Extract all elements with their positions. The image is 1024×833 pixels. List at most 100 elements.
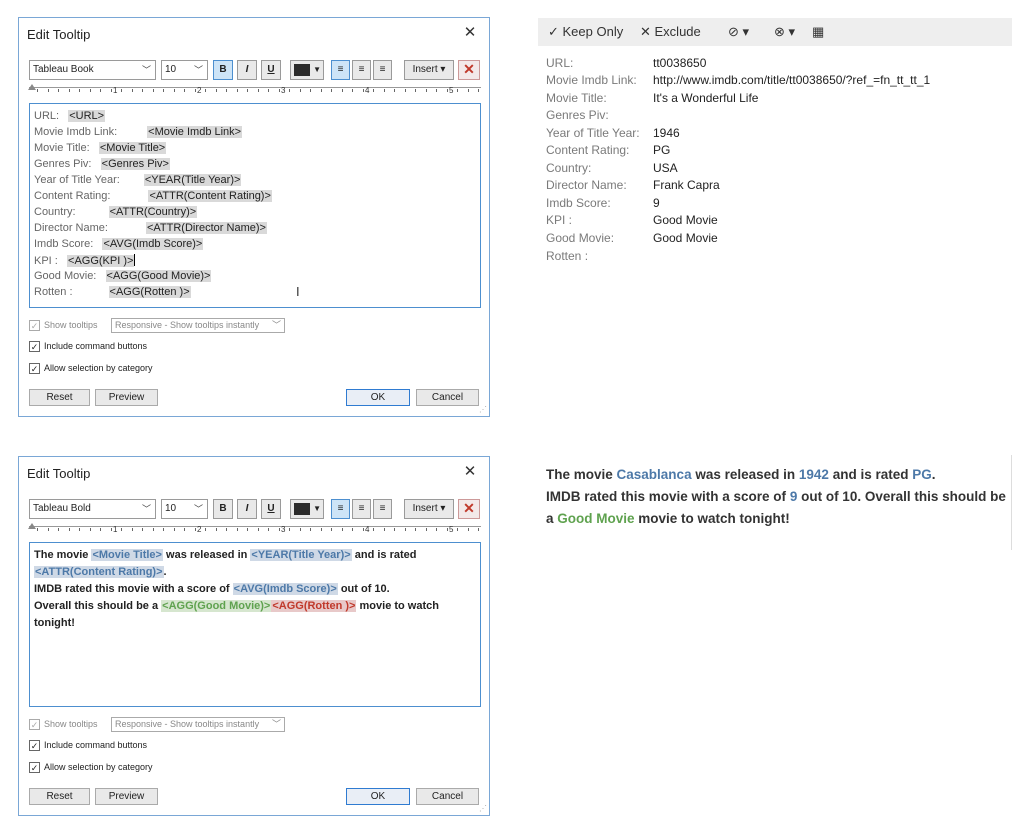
font-color-button[interactable]: ▼ <box>290 499 324 519</box>
ok-button[interactable]: OK <box>346 788 410 805</box>
ruler-tick <box>194 89 196 92</box>
align-center-button[interactable]: ≡ <box>352 499 371 519</box>
ruler-tick <box>278 528 280 531</box>
dialog-title: Edit Tooltip <box>27 466 91 481</box>
preview-button[interactable]: Preview <box>95 788 158 805</box>
close-icon[interactable]: ✕ <box>461 24 479 42</box>
align-right-button[interactable]: ≡ <box>373 499 392 519</box>
edit-tooltip-dialog-bottom: Edit Tooltip ✕ Tableau Bold ﹀ 10 ﹀ B I U ▼… <box>18 456 490 816</box>
chevron-down-icon: ﹀ <box>271 320 281 330</box>
static-text: IMDB rated this movie with a score of <box>34 583 233 595</box>
insert-button[interactable]: Insert ▾ <box>404 60 454 80</box>
static-text: and is rated <box>828 467 913 482</box>
ruler-tick <box>457 528 458 531</box>
field-label: Imdb Score: <box>34 238 94 250</box>
group-icon[interactable]: ⊘ ▾ <box>728 24 749 40</box>
field-token: <AGG(Good Movie)> <box>161 600 272 612</box>
checkbox-allow-selection[interactable]: ✓ <box>29 762 40 773</box>
resize-grip-icon[interactable]: ⋰ <box>479 405 487 414</box>
tooltip-key: Movie Imdb Link: <box>546 73 637 87</box>
field-label: Genres Piv: <box>34 158 92 170</box>
chevron-down-icon: ﹀ <box>141 504 151 514</box>
checkbox-allow-selection[interactable]: ✓ <box>29 363 40 374</box>
editor-line: KPI : <AGG(KPI )> <box>34 254 136 267</box>
checkbox-label: Allow selection by category <box>44 762 153 772</box>
ruler-tick <box>100 528 101 531</box>
ok-button[interactable]: OK <box>346 389 410 406</box>
editor-line: URL: <URL> <box>34 110 106 122</box>
checkbox-label: Allow selection by category <box>44 363 153 373</box>
font-size-select[interactable]: 10 ﹀ <box>161 60 208 80</box>
ruler-tick <box>58 89 59 92</box>
ruler-tick <box>404 528 406 531</box>
font-family-select[interactable]: Tableau Bold ﹀ <box>29 499 156 519</box>
clear-icon[interactable]: ✕ <box>458 499 480 519</box>
align-left-button[interactable]: ≡ <box>331 499 350 519</box>
clear-icon[interactable]: ✕ <box>458 60 480 80</box>
tooltip-key: Good Movie: <box>546 231 615 245</box>
ruler-tick <box>121 528 122 531</box>
ruler-tick <box>446 528 448 531</box>
ruler-tick <box>478 528 479 531</box>
tooltip-key: Country: <box>546 161 592 175</box>
insert-button[interactable]: Insert ▾ <box>404 499 454 519</box>
view-data-icon[interactable]: ▦ <box>812 24 824 40</box>
cancel-button[interactable]: Cancel <box>416 788 479 805</box>
ruler-tick <box>47 528 49 531</box>
field-label: URL: <box>34 110 60 122</box>
align-left-button[interactable]: ≡ <box>331 60 350 80</box>
ruler-number: 3 <box>281 86 286 95</box>
align-center-button[interactable]: ≡ <box>352 60 371 80</box>
align-right-button[interactable]: ≡ <box>373 60 392 80</box>
ruler-tick <box>299 89 301 92</box>
set-icon[interactable]: ⊗ ▾ <box>774 24 795 40</box>
ruler-tick <box>110 528 112 531</box>
ruler-tick <box>383 89 385 92</box>
font-color-button[interactable]: ▼ <box>290 60 324 80</box>
ruler-tick <box>404 89 406 92</box>
exclude-button[interactable]: ✕ Exclude <box>640 24 701 40</box>
field-token: <ATTR(Country)> <box>108 206 198 218</box>
checkbox-label: Include command buttons <box>44 740 148 750</box>
underline-button[interactable]: U <box>261 60 281 80</box>
ruler-tick <box>184 528 185 531</box>
text-caret <box>134 254 136 266</box>
ruler-tick <box>362 89 364 92</box>
bold-button[interactable]: B <box>213 499 233 519</box>
cancel-button[interactable]: Cancel <box>416 389 479 406</box>
ruler-tick <box>425 89 427 92</box>
indent-marker[interactable] <box>28 84 36 90</box>
editor-line: Movie Title: <Movie Title> <box>34 142 167 154</box>
static-text: movie to watch <box>356 600 439 612</box>
ruler-tick <box>278 89 280 92</box>
bold-button[interactable]: B <box>213 60 233 80</box>
format-toolbar: Tableau Bold ﹀ 10 ﹀ B I U ▼ ≡ ≡ ≡ Insert ▾… <box>29 499 481 521</box>
preview-button[interactable]: Preview <box>95 389 158 406</box>
tooltip-editor[interactable]: URL: <URL> Movie Imdb Link: <Movie Imdb L… <box>29 103 481 308</box>
static-text: IMDB rated this movie with a score of <box>546 489 790 504</box>
static-text: . <box>931 467 936 482</box>
checkbox-include-command-buttons[interactable]: ✓ <box>29 341 40 352</box>
ruler-tick <box>131 528 133 531</box>
field-token: <AGG(Rotten )> <box>271 600 357 612</box>
checkbox-label: Show tooltips <box>44 719 98 729</box>
close-icon[interactable]: ✕ <box>461 463 479 481</box>
indent-marker[interactable] <box>28 523 36 529</box>
resize-grip-icon[interactable]: ⋰ <box>479 804 487 813</box>
font-family-select[interactable]: Tableau Book ﹀ <box>29 60 156 80</box>
reset-button[interactable]: Reset <box>29 788 90 805</box>
field-token: <AGG(Rotten )> <box>108 286 191 298</box>
reset-button[interactable]: Reset <box>29 389 90 406</box>
field-token: <ATTR(Content Rating)> <box>148 190 272 202</box>
italic-button[interactable]: I <box>237 499 257 519</box>
underline-button[interactable]: U <box>261 499 281 519</box>
checkbox-show-tooltips: ✓ <box>29 719 40 730</box>
checkbox-include-command-buttons[interactable]: ✓ <box>29 740 40 751</box>
keep-only-button[interactable]: ✓ Keep Only <box>548 24 623 40</box>
font-size-select[interactable]: 10 ﹀ <box>161 499 208 519</box>
tooltip-value: http://www.imdb.com/title/tt0038650/?ref… <box>653 73 931 87</box>
italic-button[interactable]: I <box>237 60 257 80</box>
tooltip-editor[interactable]: The movie <Movie Title> was released in … <box>29 542 481 707</box>
checkbox-label: Include command buttons <box>44 341 148 351</box>
tooltip-key: URL: <box>546 56 574 70</box>
